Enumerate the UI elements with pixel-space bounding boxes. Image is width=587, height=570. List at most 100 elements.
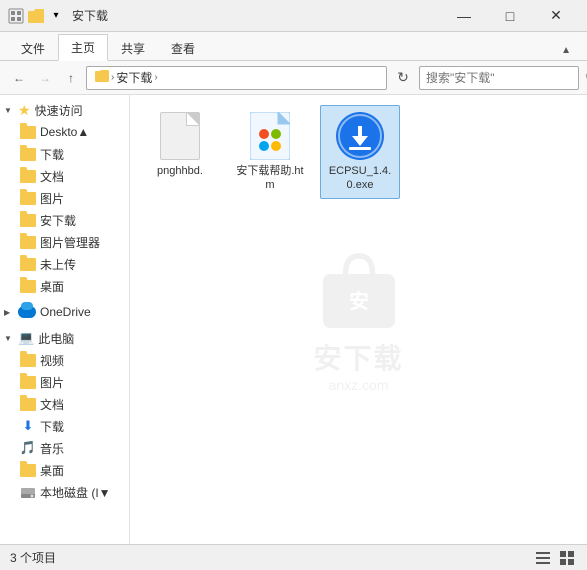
htm-file-icon [250,112,290,160]
refresh-button[interactable]: ↻ [391,66,415,90]
folder-icon [20,214,36,227]
sidebar-item-anxiazai[interactable]: 安下载 [0,209,129,231]
file-icon-area [336,112,384,160]
folder-icon [20,148,36,161]
sidebar-item-desk[interactable]: 桌面 [0,459,129,481]
status-bar: 3 个项目 [0,544,587,570]
folder-icon [20,464,36,477]
sidebar-item-music[interactable]: 🎵 音乐 [0,437,129,459]
sidebar-label: 安下载 [40,212,76,229]
sidebar-label: 图片 [40,190,64,207]
this-pc-chevron: ▼ [4,334,14,343]
folder-icon [20,258,36,271]
sidebar-label: 本地磁盘 (I▼ [40,484,111,501]
sidebar-group-onedrive[interactable]: ▶ OneDrive [0,301,129,323]
search-input[interactable] [426,71,581,85]
quick-access-label: 快速访问 [35,102,83,119]
onedrive-chevron: ▶ [4,308,14,317]
file-item-pnghhbd[interactable]: pnghhbd. [140,105,220,199]
file-label: 安下载帮助.htm [235,164,305,192]
onedrive-icon [18,306,36,318]
title-bar-controls: — □ ✕ [441,0,579,32]
folder-icon [20,192,36,205]
tab-share[interactable]: 共享 [108,35,158,61]
sidebar-item-pics[interactable]: 图片 [0,371,129,393]
file-label: ECPSU_1.4.0.exe [325,164,395,192]
tab-home[interactable]: 主页 [58,34,108,61]
address-end-chevron: › [154,72,157,83]
address-part-current[interactable]: 安下载 [116,69,152,86]
sidebar-label: 文档 [40,396,64,413]
this-pc-label: 此电脑 [38,330,74,347]
sidebar-item-local-disk[interactable]: 本地磁盘 (I▼ [0,481,129,503]
file-icon-area [156,112,204,160]
folder-icon [20,280,36,293]
svg-text:安: 安 [349,290,369,313]
sidebar-label: 桌面 [40,278,64,295]
title-bar-folder: 安下载 [72,7,441,24]
sidebar-label: 音乐 [40,440,64,457]
status-right [533,548,577,568]
sidebar: ▼ ★ 快速访问 Deskto▲ 下载 文档 图片 安下载 图片管理器 [0,95,130,544]
title-down-icon[interactable]: ▾ [48,8,64,24]
sidebar-item-desktop[interactable]: Deskto▲ [0,121,129,143]
exe-bar [349,147,371,150]
maximize-button[interactable]: □ [487,0,533,32]
file-item-htm[interactable]: 安下载帮助.htm [230,105,310,199]
watermark: 安 安下载 anxz.com [313,247,403,393]
sidebar-item-videos[interactable]: 视频 [0,349,129,371]
view-list-button[interactable] [533,548,553,568]
sidebar-group-this-pc[interactable]: ▼ 💻 此电脑 [0,327,129,349]
main-area: ▼ ★ 快速访问 Deskto▲ 下载 文档 图片 安下载 图片管理器 [0,95,587,544]
drive-icon [20,485,36,499]
tab-file[interactable]: 文件 [8,35,58,61]
back-button[interactable]: ← [8,67,30,89]
address-folder-chain: › 安下载 › [95,69,378,86]
up-button[interactable]: ↑ [60,67,82,89]
folder-icon [20,354,36,367]
sidebar-label: 下载 [40,418,64,435]
close-button[interactable]: ✕ [533,0,579,32]
onedrive-label: OneDrive [40,305,91,319]
search-box[interactable]: 🔍 [419,66,579,90]
exe-ring [338,114,382,158]
sidebar-label: 图片 [40,374,64,391]
folder-icon [20,126,36,139]
folder-icon [20,170,36,183]
folder-icon [20,376,36,389]
quick-access-star-icon: ★ [18,102,31,119]
address-input[interactable]: › 安下载 › [86,66,387,90]
quick-access-chevron: ▼ [4,106,14,115]
minimize-button[interactable]: — [441,0,487,32]
ribbon: 文件 主页 共享 查看 ▲ [0,32,587,61]
sidebar-item-not-uploaded[interactable]: 未上传 [0,253,129,275]
title-bar-icons: ▾ [8,8,64,24]
sidebar-group-quick-access[interactable]: ▼ ★ 快速访问 [0,99,129,121]
watermark-text-main: 安下载 [313,337,403,377]
file-item-exe[interactable]: ECPSU_1.4.0.exe [320,105,400,199]
watermark-text-sub: anxz.com [329,377,389,393]
content-pane: 安 安下载 anxz.com pnghhbd. [130,95,587,544]
sidebar-item-downloads[interactable]: 下载 [0,143,129,165]
exe-file-icon [336,112,384,160]
address-bar: ← → ↑ › 安下载 › ↻ 🔍 [0,61,587,95]
sidebar-label: 未上传 [40,256,76,273]
view-grid-button[interactable] [557,548,577,568]
status-count: 3 个项目 [10,549,56,566]
sidebar-item-documents[interactable]: 文档 [0,165,129,187]
music-folder-icon: 🎵 [20,440,36,456]
title-folder-icon [28,8,44,24]
tab-view[interactable]: 查看 [158,35,208,61]
watermark-bag-icon: 安 [313,247,403,337]
sidebar-item-pictures[interactable]: 图片 [0,187,129,209]
sidebar-item-desktop2[interactable]: 桌面 [0,275,129,297]
forward-button[interactable]: → [34,67,56,89]
sidebar-item-docs[interactable]: 文档 [0,393,129,415]
sidebar-label: Deskto▲ [40,125,89,139]
sidebar-item-photo-manager[interactable]: 图片管理器 [0,231,129,253]
title-system-icon [8,8,24,24]
sidebar-item-dl[interactable]: ⬇ 下载 [0,415,129,437]
sidebar-label: 图片管理器 [40,234,100,251]
sidebar-label: 视频 [40,352,64,369]
ribbon-collapse-button[interactable]: ▲ [553,41,579,60]
